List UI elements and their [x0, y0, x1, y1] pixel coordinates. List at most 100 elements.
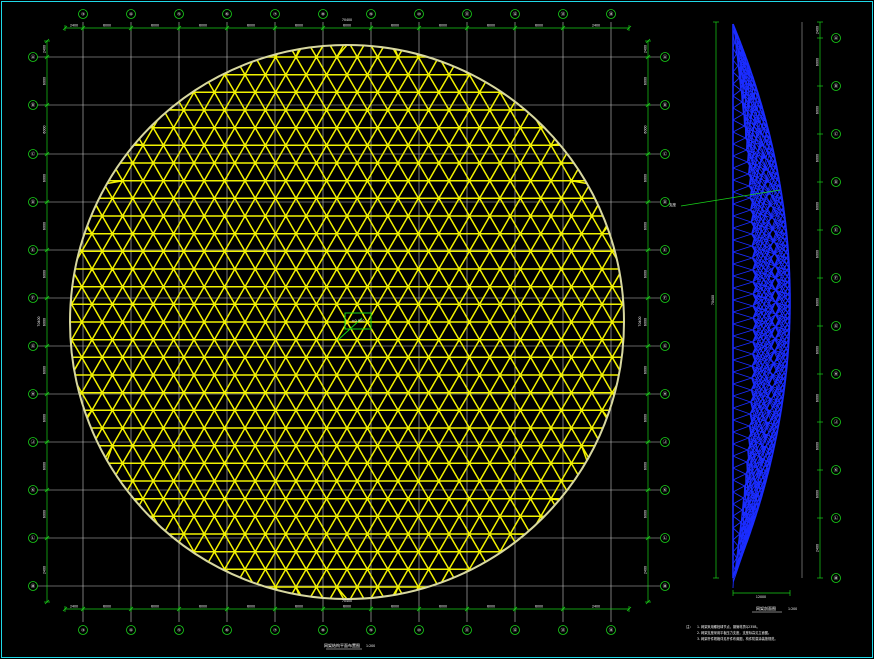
dimension-text: 6000 — [103, 24, 111, 28]
dimension-text: 6000 — [816, 58, 820, 66]
axis-bubble-label: Ⓖ — [31, 343, 36, 350]
section-vertical-dimension-line: 2400 6000 6000 6000 6000 6000 6000 6000 6000 6000… — [816, 21, 823, 579]
axis-bubble: Ⓛ — [831, 513, 841, 523]
axis-bubble-label: Ⓚ — [663, 487, 668, 494]
axis-bubble: Ⓒ — [660, 149, 670, 159]
axis-bubble-label: Ⓒ — [834, 131, 839, 138]
plan-title-block: 网架结构平面布置图 1:200 — [324, 642, 375, 650]
axis-bubble-label: Ⓚ — [834, 467, 839, 474]
left-dimension-line: 2400 6000 6000 6000 6000 6000 6000 6000 6000 6000… — [37, 38, 50, 605]
dimension-text: 6000 — [43, 318, 47, 326]
axis-bubble-label: Ⓗ — [31, 391, 36, 398]
axis-bubble-label: Ⓗ — [663, 391, 668, 398]
axis-bubble-label: Ⓛ — [834, 515, 839, 522]
dimension-text: 6000 — [43, 174, 47, 182]
section-scale: 1:200 — [788, 607, 797, 611]
dimension-text: 6000 — [43, 270, 47, 278]
dimension-text: 6000 — [199, 605, 207, 609]
axis-bubble: Ⓙ — [831, 417, 841, 427]
axis-bubble-label: Ⓕ — [663, 295, 668, 302]
dimension-text: 6000 — [199, 24, 207, 28]
overall-dimension-text: 70400 — [342, 599, 352, 603]
axis-bubble: Ⓚ — [28, 485, 38, 495]
dimension-text: 6000 — [644, 462, 648, 470]
axis-bubble: ⑪ — [462, 625, 472, 635]
dimension-text: 6000 — [151, 24, 159, 28]
dimension-text: 6000 — [487, 24, 495, 28]
axis-bubble-label: Ⓛ — [31, 535, 36, 542]
axis-bubble-label: ④ — [129, 628, 133, 634]
axis-bubble-label: ⑥ — [225, 12, 229, 18]
axis-bubble-label: Ⓐ — [663, 54, 668, 61]
section-width-dimension: 12000 — [756, 595, 766, 599]
axis-bubble: Ⓗ — [660, 389, 670, 399]
axis-bubble: Ⓑ — [28, 100, 38, 110]
axis-bubble-label: Ⓓ — [31, 199, 36, 206]
axis-bubble: ⑧ — [318, 9, 328, 19]
axis-bubble-label: ③ — [81, 628, 85, 634]
axis-bubble: ⑩ — [414, 625, 424, 635]
axis-bubble-label: ⑪ — [465, 11, 470, 18]
center-label: ±0.000 — [352, 319, 365, 323]
dimension-text: 6000 — [644, 510, 648, 518]
axis-bubble: ⑭ — [606, 9, 616, 19]
notes-prefix: 注： — [686, 624, 693, 629]
cad-drawing-viewport[interactable]: 2400 6000 6000 6000 6000 6000 6000 6000 6000 6000… — [0, 0, 874, 659]
dimension-text: 6000 — [43, 366, 47, 374]
dimension-text: 6000 — [151, 605, 159, 609]
axis-bubble-label: Ⓚ — [31, 487, 36, 494]
dimension-text: 6000 — [43, 510, 47, 518]
axis-bubble-label: ⑪ — [465, 627, 470, 634]
axis-bubble: Ⓚ — [660, 485, 670, 495]
dimension-text: 6000 — [343, 24, 351, 28]
axis-bubble: Ⓚ — [831, 465, 841, 475]
overall-dimension-text: 70400 — [342, 18, 352, 22]
axis-bubble: ⑪ — [462, 9, 472, 19]
axis-bubble-label: Ⓜ — [31, 583, 36, 590]
cad-drawing: 2400 6000 6000 6000 6000 6000 6000 6000 6000 6000… — [28, 9, 841, 650]
axis-bubble: Ⓕ — [660, 293, 670, 303]
bottom-dimension-line: 2400 6000 6000 6000 6000 6000 6000 6000 6000 6000… — [62, 599, 632, 612]
axis-bubble: ⑫ — [510, 625, 520, 635]
axis-bubble: Ⓜ — [28, 581, 38, 591]
dimension-text: 6000 — [43, 222, 47, 230]
axis-bubble-label: ⑭ — [609, 627, 614, 634]
dimension-text: 6000 — [816, 250, 820, 258]
axis-bubble: Ⓐ — [831, 33, 841, 43]
section-web-members — [732, 24, 791, 589]
axis-bubble: ⑧ — [318, 625, 328, 635]
axis-bubble-label: Ⓜ — [834, 575, 839, 582]
section-arrow-label: 支座 — [669, 202, 677, 207]
axis-bubble-label: Ⓐ — [31, 54, 36, 61]
axis-bubble: ④ — [126, 625, 136, 635]
axis-bubble-label: ⑭ — [609, 11, 614, 18]
dimension-text: 6000 — [247, 24, 255, 28]
dimension-text: 6000 — [644, 125, 648, 133]
overall-dimension-text: 70400 — [37, 316, 41, 326]
axis-bubble-label: ⑩ — [417, 12, 421, 18]
axis-bubble: Ⓒ — [831, 129, 841, 139]
axis-bubble-label: Ⓙ — [31, 439, 36, 446]
dimension-text: 6000 — [644, 222, 648, 230]
plan-scale: 1:200 — [366, 644, 375, 648]
axis-bubble-label: ⑧ — [321, 12, 325, 18]
axis-bubble: Ⓛ — [28, 533, 38, 543]
axis-bubble: Ⓔ — [28, 245, 38, 255]
dimension-text: 2400 — [43, 45, 47, 53]
axis-bubble: ④ — [126, 9, 136, 19]
axis-bubble-label: Ⓑ — [663, 102, 668, 109]
axis-bubble: ⑦ — [270, 625, 280, 635]
axis-bubble: Ⓜ — [831, 573, 841, 583]
section-title: 网架剖面图 — [756, 605, 776, 611]
axis-bubble-label: Ⓙ — [663, 439, 668, 446]
axis-bubble-label: Ⓛ — [663, 535, 668, 542]
axis-bubble-label: Ⓔ — [31, 247, 36, 254]
plan-dimension-lines: 2400 6000 6000 6000 6000 6000 6000 6000 6000 6000… — [37, 18, 651, 612]
dimension-text: 6000 — [295, 24, 303, 28]
dimension-text: 6000 — [644, 270, 648, 278]
axis-bubble-label: Ⓕ — [834, 275, 839, 282]
note-line: 3. 网架杆件规格详见杆件布置图，构件防腐涂装按规范。 — [697, 636, 778, 641]
top-dimension-line: 2400 6000 6000 6000 6000 6000 6000 6000 6000 6000… — [62, 18, 632, 31]
dimension-text: 6000 — [816, 442, 820, 450]
axis-bubble: Ⓗ — [28, 389, 38, 399]
